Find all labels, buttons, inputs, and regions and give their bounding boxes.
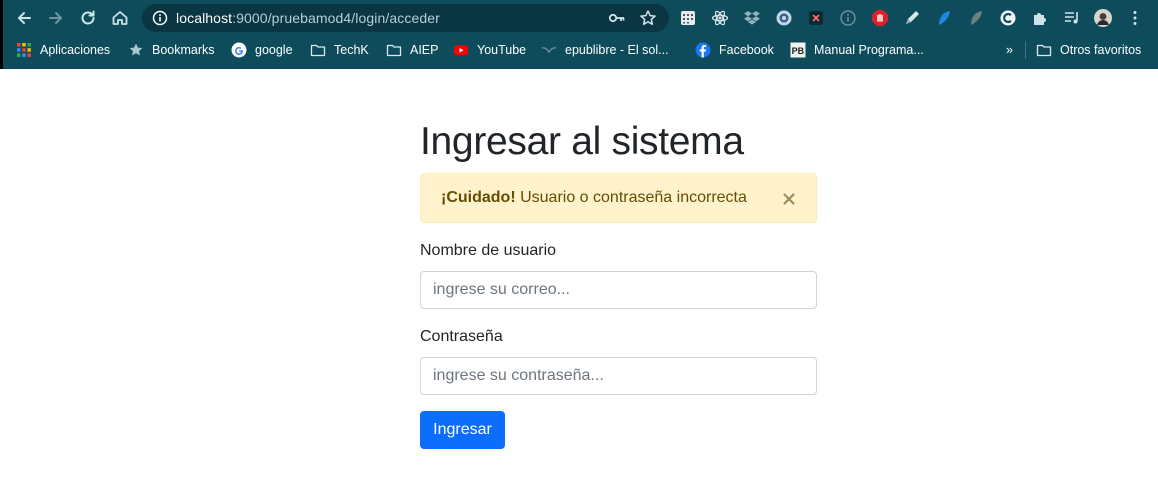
epublibre-icon <box>541 42 557 58</box>
address-bar[interactable]: localhost:9000/pruebamod4/login/acceder <box>142 4 669 32</box>
password-input[interactable] <box>420 357 817 395</box>
bookmark-label: google <box>255 43 293 57</box>
bookmark-label: Facebook <box>719 43 774 57</box>
bookmark-label: Aplicaciones <box>40 43 111 57</box>
extension-feather-blue[interactable] <box>934 8 954 28</box>
page-content: Ingresar al sistema ¡Cuidado! Usuario o … <box>0 69 1158 495</box>
puzzle-icon <box>1034 13 1046 25</box>
extension-info[interactable] <box>838 8 858 28</box>
bookmarks-divider <box>1025 41 1026 59</box>
extension-adblock[interactable] <box>870 8 890 28</box>
alert-strong: ¡Cuidado! <box>441 189 516 206</box>
profile-button[interactable] <box>1093 8 1113 28</box>
react-icon <box>711 10 729 26</box>
home-button[interactable] <box>108 6 132 30</box>
avatar-icon <box>1094 9 1112 27</box>
warning-alert: ¡Cuidado! Usuario o contraseña incorrect… <box>420 173 817 223</box>
extensions-button[interactable] <box>1030 8 1050 28</box>
bookmark-epublibre[interactable]: epublibre - El sol... <box>541 40 669 60</box>
bookmark-manual[interactable]: PB Manual Programa... <box>790 40 924 60</box>
submit-button[interactable]: Ingresar <box>420 411 505 449</box>
arrow-right-icon <box>49 12 62 24</box>
google-icon <box>231 42 247 58</box>
close-icon[interactable] <box>781 191 797 207</box>
playlist-icon <box>1065 12 1078 24</box>
extension-pen[interactable] <box>902 8 922 28</box>
username-input[interactable] <box>420 271 817 309</box>
star-icon <box>128 42 144 58</box>
alert-message: ¡Cuidado! Usuario o contraseña incorrect… <box>441 189 747 207</box>
bookmark-bookmarks[interactable]: Bookmarks <box>128 40 215 60</box>
home-icon <box>112 11 128 25</box>
dropbox-icon <box>744 11 760 25</box>
arrow-left-icon <box>18 12 31 24</box>
url-text[interactable]: localhost:9000/pruebamod4/login/acceder <box>176 10 440 26</box>
bookmark-facebook[interactable]: Facebook <box>695 40 774 60</box>
svg-text:PB: PB <box>792 46 805 56</box>
pen-icon <box>906 11 919 24</box>
x-badge-icon <box>809 11 823 25</box>
media-button[interactable] <box>1062 8 1082 28</box>
info-circle-icon <box>840 10 856 26</box>
reload-icon <box>81 10 95 25</box>
folder-icon <box>310 42 326 58</box>
extension-calendar[interactable] <box>678 8 698 28</box>
bookmark-google[interactable]: google <box>231 40 293 60</box>
reload-button[interactable] <box>76 6 100 30</box>
extension-dropbox[interactable] <box>742 8 762 28</box>
bookmark-label: TechK <box>334 43 369 57</box>
bookmark-otros-favoritos[interactable]: Otros favoritos <box>1036 40 1141 60</box>
youtube-icon <box>453 42 469 58</box>
stop-hand-icon <box>872 10 888 26</box>
feather-grey-icon <box>971 11 982 25</box>
extension-circle[interactable] <box>774 8 794 28</box>
extension-x[interactable] <box>806 8 826 28</box>
bookmark-label: Manual Programa... <box>814 43 924 57</box>
menu-button[interactable] <box>1125 8 1145 28</box>
extension-react-devtools[interactable] <box>710 8 730 28</box>
feather-icon <box>939 11 950 25</box>
c-circle-icon <box>1000 10 1016 26</box>
grid-calendar-icon <box>681 11 695 25</box>
facebook-icon <box>695 42 711 58</box>
bookmark-label: AIEP <box>410 43 439 57</box>
bookmarks-overflow-button[interactable]: » <box>1006 40 1013 60</box>
bookmark-label: YouTube <box>477 43 527 57</box>
password-label: Contraseña <box>420 328 503 345</box>
extension-feather-grey[interactable] <box>966 8 986 28</box>
back-button[interactable] <box>12 6 36 30</box>
folder-icon <box>386 42 402 58</box>
bookmark-label: Otros favoritos <box>1060 43 1142 57</box>
browser-toolbar: localhost:9000/pruebamod4/login/acceder <box>0 0 1158 36</box>
folder-icon <box>1036 42 1052 58</box>
url-path: :9000/pruebamod4/login/acceder <box>232 10 440 26</box>
alert-text: Usuario o contraseña incorrecta <box>515 189 747 206</box>
url-host: localhost <box>176 10 233 26</box>
bookmark-techk[interactable]: TechK <box>310 40 369 60</box>
extension-c[interactable] <box>998 8 1018 28</box>
pb-icon: PB <box>790 42 806 58</box>
bookmark-label: Bookmarks <box>152 43 215 57</box>
bookmark-aiep[interactable]: AIEP <box>386 40 439 60</box>
bookmark-star-icon[interactable] <box>639 9 657 27</box>
bookmarks-bar: Aplicaciones Bookmarks google TechK AIEP… <box>0 36 1158 65</box>
page-title: Ingresar al sistema <box>420 120 744 163</box>
kebab-menu-icon <box>1133 11 1137 25</box>
bookmark-aplicaciones[interactable]: Aplicaciones <box>16 40 110 60</box>
bookmark-label: epublibre - El sol... <box>565 43 669 57</box>
username-label: Nombre de usuario <box>420 242 557 259</box>
forward-button[interactable] <box>44 6 68 30</box>
browser-chrome: localhost:9000/pruebamod4/login/acceder <box>0 0 1158 69</box>
info-icon[interactable] <box>152 10 168 26</box>
overflow-chevron-icon: » <box>1006 43 1013 57</box>
ring-icon <box>776 10 792 26</box>
bookmark-youtube[interactable]: YouTube <box>453 40 526 60</box>
apps-grid-icon <box>16 42 32 58</box>
key-icon[interactable] <box>608 10 626 26</box>
